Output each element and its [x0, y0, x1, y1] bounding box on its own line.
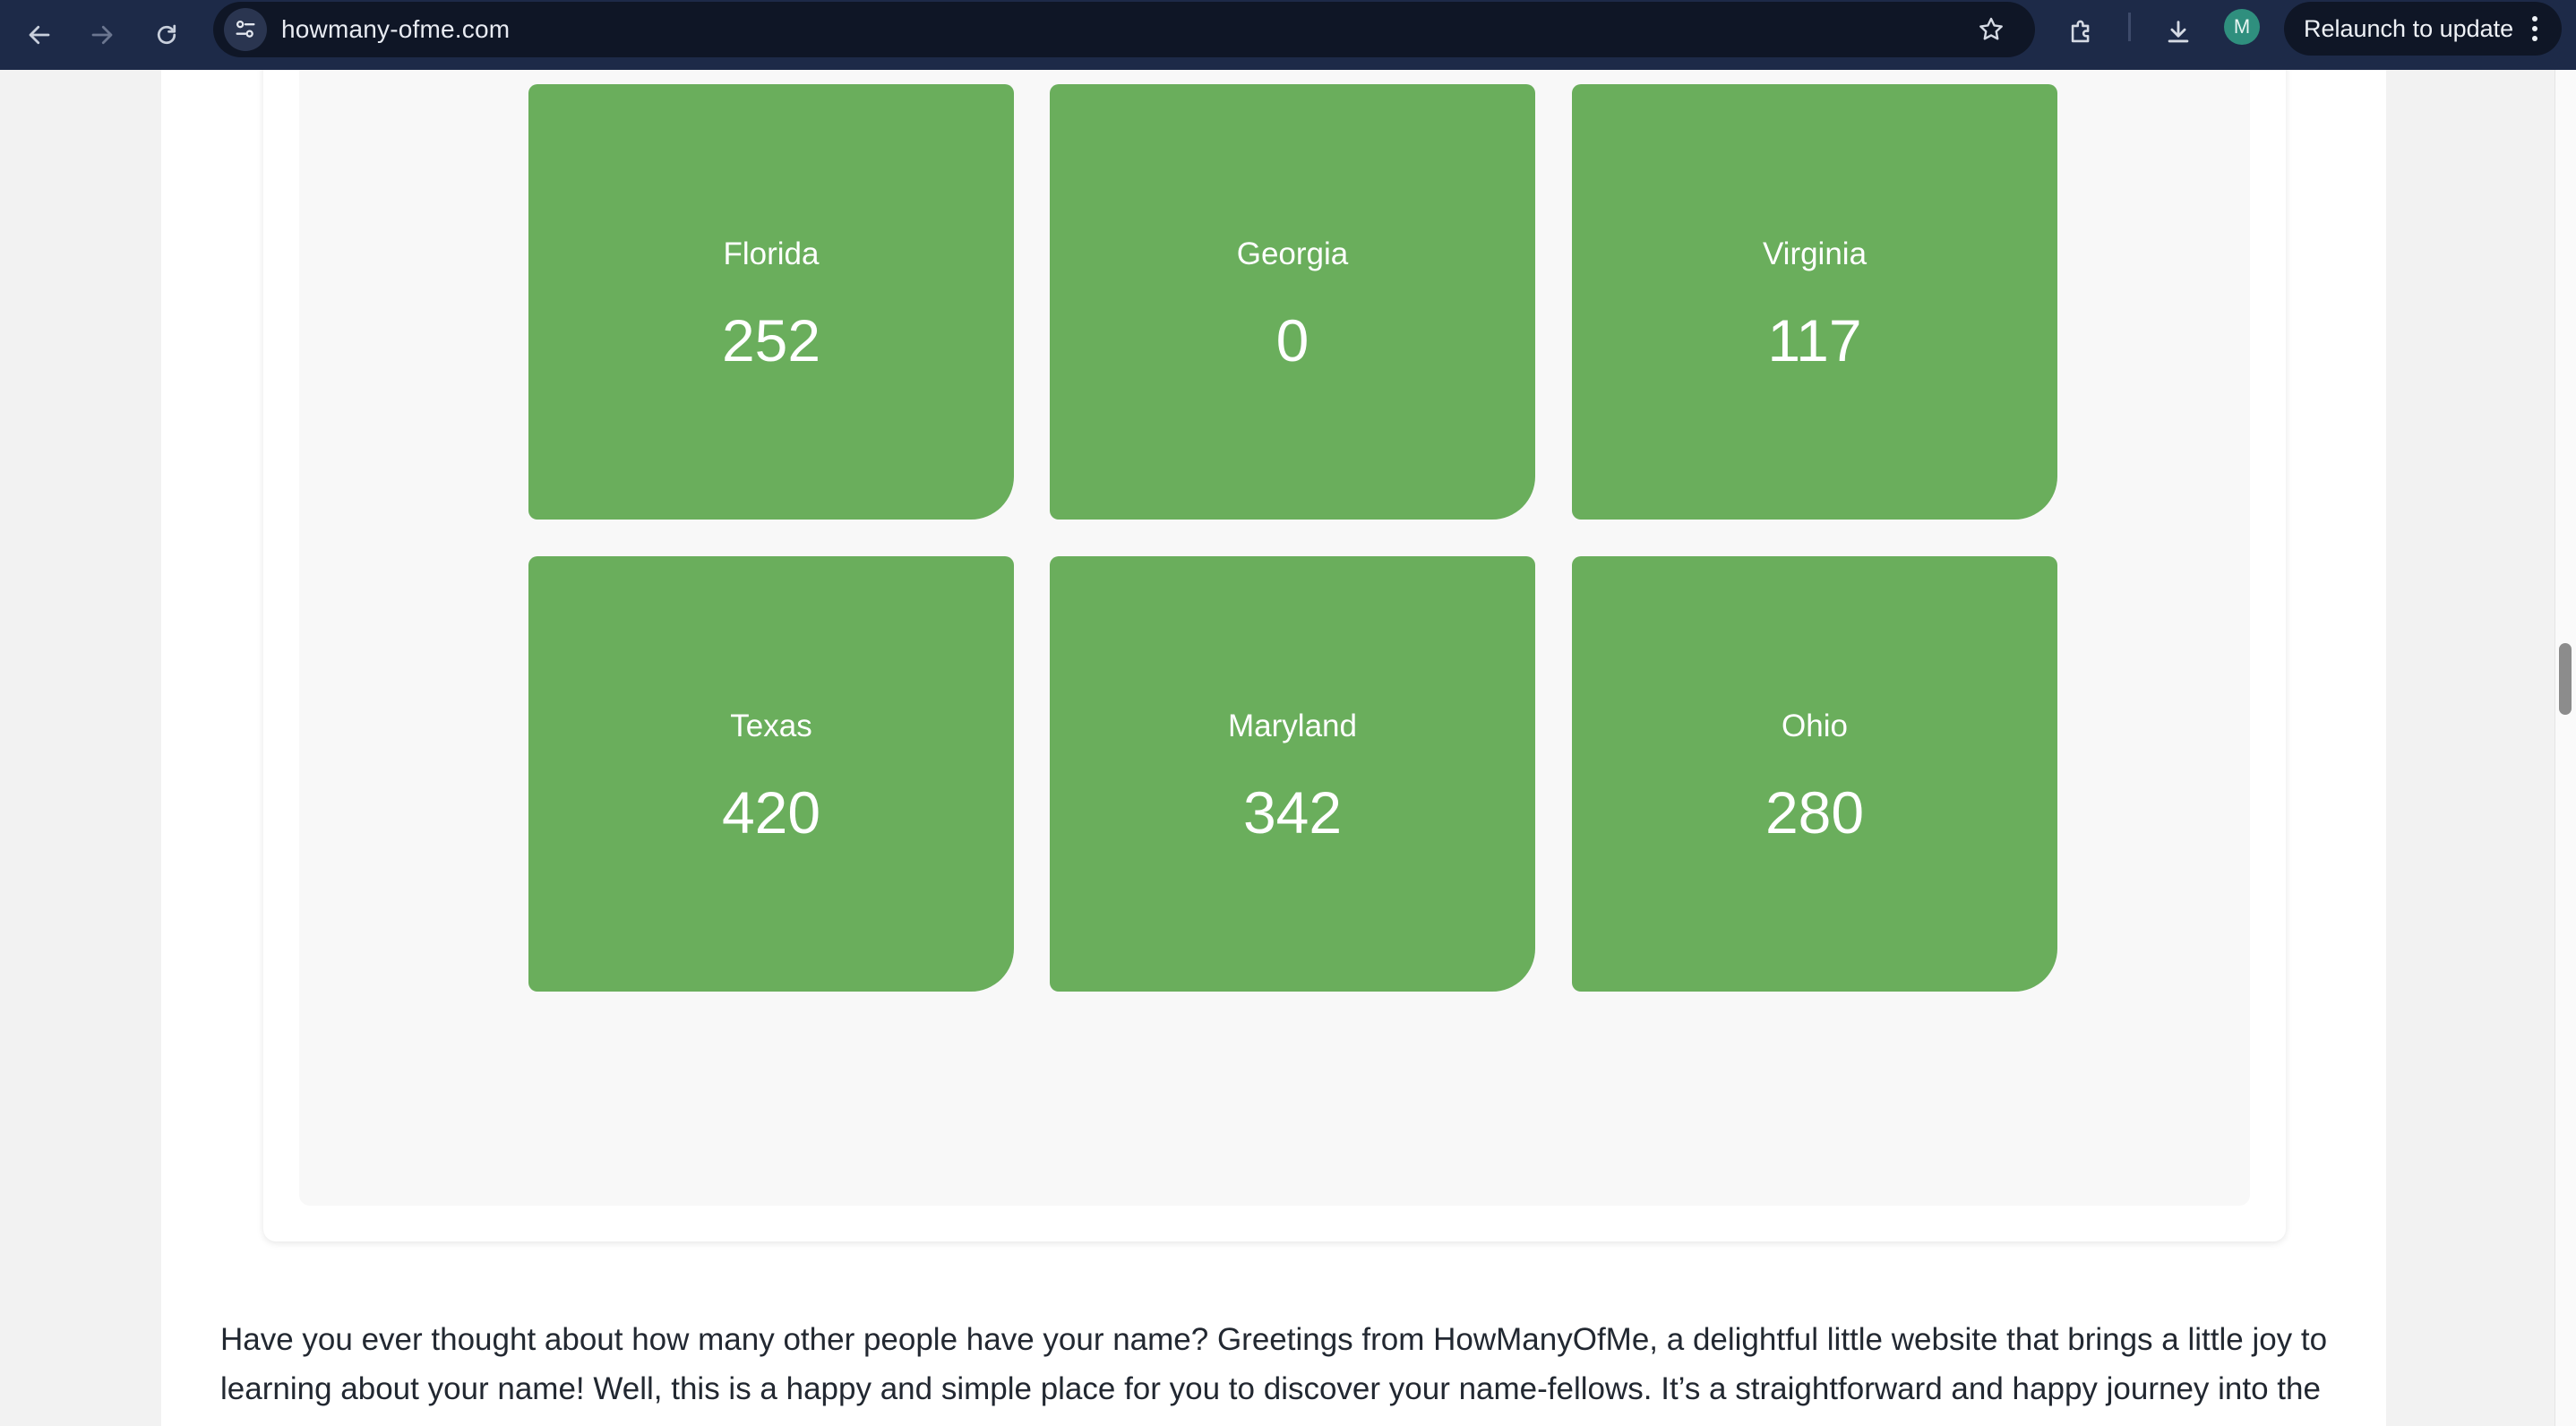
state-count: 117	[1767, 307, 1862, 374]
toolbar-divider	[2128, 13, 2131, 41]
intro-paragraph: Have you ever thought about how many oth…	[220, 1315, 2406, 1413]
state-name: Ohio	[1782, 709, 1848, 743]
puzzle-icon[interactable]	[2057, 7, 2107, 57]
browser-toolbar: howmany-ofme.com M Relaunch to update	[0, 0, 2576, 70]
relaunch-label: Relaunch to update	[2304, 15, 2514, 42]
state-tile-ohio: Ohio 280	[1572, 556, 2057, 992]
state-tile-maryland: Maryland 342	[1050, 556, 1535, 992]
scrollbar-thumb[interactable]	[2559, 643, 2572, 715]
state-count: 280	[1765, 779, 1865, 846]
state-name: Virginia	[1762, 236, 1868, 271]
star-icon[interactable]	[1969, 7, 2014, 52]
page-scrollbar[interactable]	[2555, 70, 2576, 1426]
intro-line: learning about your name! Well, this is …	[220, 1371, 2321, 1406]
relaunch-button[interactable]: Relaunch to update	[2284, 2, 2562, 56]
address-bar[interactable]: howmany-ofme.com	[213, 2, 2035, 57]
state-tile-texas: Texas 420	[528, 556, 1014, 992]
download-icon[interactable]	[2153, 7, 2203, 57]
tune-icon[interactable]	[224, 8, 267, 51]
intro-line: Have you ever thought about how many oth…	[220, 1322, 2328, 1357]
state-count: 0	[1275, 307, 1309, 374]
reload-icon[interactable]	[142, 10, 192, 60]
back-arrow-icon[interactable]	[14, 10, 64, 60]
state-name: Maryland	[1228, 709, 1357, 743]
forward-arrow-icon[interactable]	[77, 10, 127, 60]
state-name: Georgia	[1236, 236, 1349, 271]
state-name: Florida	[723, 236, 820, 271]
state-count: 420	[721, 779, 821, 846]
state-results-card: Florida 252 Georgia 0 Virginia 117 Texas…	[263, 70, 2286, 1241]
state-count: 252	[721, 307, 821, 374]
page-column: Florida 252 Georgia 0 Virginia 117 Texas…	[161, 70, 2386, 1426]
avatar[interactable]: M	[2224, 9, 2260, 45]
page-viewport: Florida 252 Georgia 0 Virginia 117 Texas…	[0, 70, 2555, 1426]
state-name: Texas	[730, 709, 812, 743]
state-count: 342	[1242, 779, 1343, 846]
kebab-menu-icon[interactable]	[2524, 9, 2546, 48]
state-tile-virginia: Virginia 117	[1572, 84, 2057, 520]
state-grid-panel: Florida 252 Georgia 0 Virginia 117 Texas…	[299, 70, 2250, 1206]
state-tile-georgia: Georgia 0	[1050, 84, 1535, 520]
url-text[interactable]: howmany-ofme.com	[281, 2, 510, 57]
state-tile-florida: Florida 252	[528, 84, 1014, 520]
